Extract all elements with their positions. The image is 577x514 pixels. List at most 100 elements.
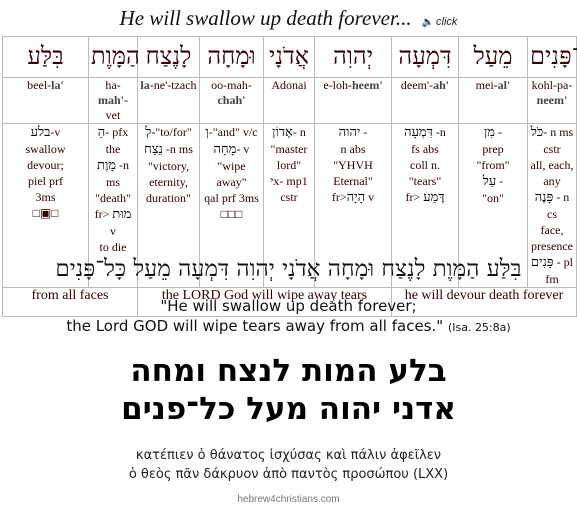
pronunciation: deem'-ah' [391,77,459,124]
english-line-1: "He will swallow up death forever; [160,297,417,315]
gloss-text: "master [270,142,308,156]
gloss-text: to die [99,240,127,254]
gloss-text: x- mp1 [273,174,308,188]
hebrew-word: יְהוִה [314,36,392,78]
pron-stress: heem' [352,78,383,92]
gloss-text: Eternal" [333,174,373,188]
pronunciation: Adonai [263,77,315,124]
pron-stress: chah' [217,93,246,107]
gloss-hebrew: מָוֶת [97,158,116,173]
greek-line-1: κατέπιεν ὁ θάνατος ἰσχύσας καὶ πάλιν ἀφε… [135,448,442,463]
pronunciation: oo-mah-chah' [199,77,264,124]
gloss-text: □▣□ [32,206,59,220]
gloss-text: - n [292,125,306,139]
gloss-text: prep [482,142,504,156]
pron-part: kohl-pa- [531,78,573,92]
hebrew-block-text: בלע המות לנצח ומחה אדני יהוה מעל כל־פנים [0,352,577,428]
gloss-hebrew: יהוה [338,125,361,140]
pronunciation: la-ne'-tzach [137,77,200,124]
hebrew-word: מֵעַל [458,36,528,78]
gloss-text: - [496,174,504,188]
gloss-text: -n ms [162,142,193,156]
pron-part: beel- [27,78,52,92]
pronunciation: beel-la' [2,77,89,124]
audio-label: click [436,16,458,28]
hebrew-word: בִּלַּע [2,36,89,78]
gloss-text: fr> [94,207,113,221]
english-line-2: the Lord GOD will wipe tears away from a… [66,317,444,335]
pron-part: e-loh- [323,78,352,92]
pronunciation: kohl-pa-neem' [527,77,577,124]
pron-part: ha- [105,78,121,92]
gloss-text: face, presence [531,223,573,253]
pron-stress: al' [497,78,511,92]
hebrew-word: וּמָחָה [199,36,264,78]
gloss-hebrew: אָדוֹן [272,125,293,140]
gloss-text: - v [236,142,250,156]
hebrew-word: לָנֶצַח [137,36,200,78]
gloss-text: -"and" v/c [208,125,258,139]
gloss-text: cstr [280,190,298,204]
gloss-text: fr> [331,190,347,204]
gloss-text: fs abs [411,142,439,156]
pron-stress: la [140,78,150,92]
title-row: He will swallow up death forever... 🔈 cli… [0,6,577,34]
gloss-text: devour; [27,158,64,172]
gloss-text: "YHVH [333,158,373,172]
pron-part: mei- [475,78,498,92]
gloss-text: □□□ [220,207,243,221]
hebrew-verse: בִּלַּע הַמָּוֶת לָנֶצַח וּמָחָה אֲדֹנָי… [55,256,522,282]
gloss-hebrew: פָּנֶה [534,190,554,205]
gloss-hebrew: מִן [483,125,496,140]
gloss-text: duration" [146,191,191,205]
pron-part: Adonai [271,78,307,92]
gloss-text: fr> [405,190,424,204]
gloss-hebrew: עַל [482,174,497,189]
gloss-hebrew: מוּת [112,207,132,222]
hebrew-word: הַמָּוֶת [88,36,140,78]
gloss-text: - n ms cstr [543,125,574,156]
gloss-hebrew: נֵצַח [144,142,163,157]
gloss-text: "victory, [147,159,190,173]
gloss-text: -"to/for" [151,125,192,139]
hebrew-block-line-1: בלע המות לנצח ומחה [130,353,447,389]
gloss-hebrew: כֹּל [530,125,544,140]
pron-part: deem'- [400,78,434,92]
gloss-hebrew: מָחָה [213,142,237,157]
english-translation: "He will swallow up death forever; the L… [0,296,577,338]
gloss-text: "tears" [408,174,442,188]
gloss-text: eternity, [149,175,188,189]
gloss-text: -v [50,125,61,139]
pron-part: -ne'-tzach [149,78,197,92]
gloss-text: "wipe away" [216,159,247,189]
verse-reference: (Isa. 25:8a) [447,321,511,334]
gloss-hebrew: דִּמְעָה [404,125,433,140]
pron-stress: mah' [97,93,124,107]
pronunciation: e-loh-heem' [314,77,392,124]
greek-lxx: κατέπιεν ὁ θάνατος ἰσχύσας καὶ πάλιν ἀφε… [0,446,577,484]
greek-line-2: ὁ θεὸς πᾶν δάκρυον ἀπὸ παντὸς προσώπου (… [128,467,449,482]
audio-play-button[interactable]: 🔈 click [422,16,458,28]
pron-stress: ah' [433,78,450,92]
gloss-text: n abs [340,142,366,156]
gloss-text: - [360,125,368,139]
gloss-text: -n [432,125,446,139]
hebrew-word: אֲדֹנָי [263,36,315,78]
gloss-text: all, each, any [530,158,574,188]
gloss-text: - pfx the [105,125,129,156]
pronunciation-row: beel-la' ha-mah'-vet la-ne'-tzach oo-mah-ch… [2,77,577,124]
gloss-text: coll n. [410,158,440,172]
pron-part: oo-mah- [211,78,252,92]
gloss-hebrew: בלע [30,125,51,140]
gloss-text: "on" [482,191,504,205]
hebrew-word: כָּל־פָּנִים [527,36,577,78]
site-credit: hebrew4christians.com [237,494,340,505]
gloss-hebrew: דֶּמַע [423,190,445,205]
gloss-text: "death" [95,191,131,205]
gloss-text: "from" [476,158,510,172]
pronunciation: ha-mah'-vet [88,77,138,124]
pron-stress: neem' [536,93,568,107]
speaker-icon: 🔈 [421,17,435,28]
hebrew-word: דִּמְעָה [391,36,459,78]
gloss-text: - [495,125,503,139]
